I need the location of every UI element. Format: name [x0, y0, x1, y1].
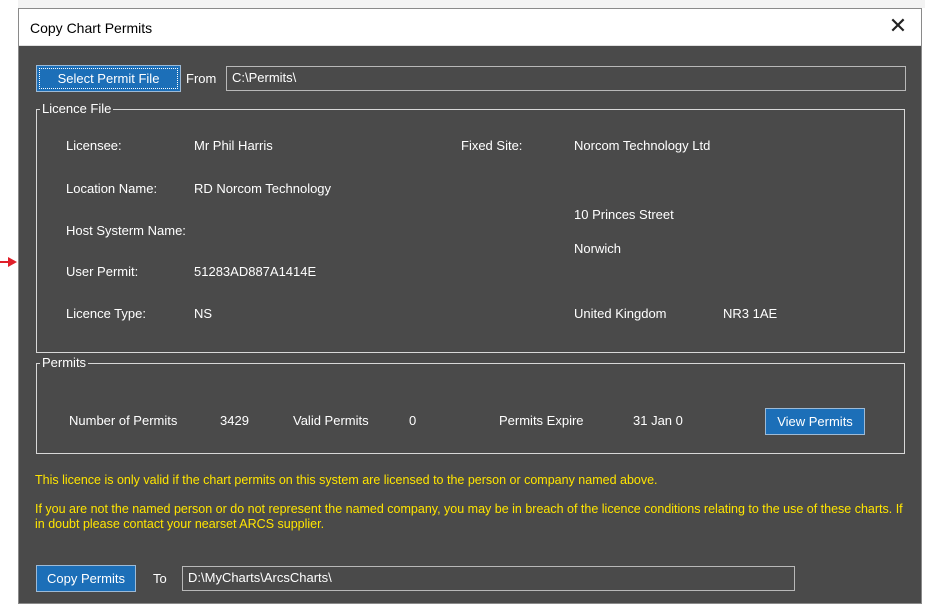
valid-permits-value: 0 [409, 413, 417, 428]
from-label: From [186, 71, 217, 86]
user-permit-value: 51283AD887A1414E [194, 264, 317, 279]
host-system-name-label: Host Systerm Name: [66, 223, 186, 238]
licence-file-group-title: Licence File [40, 101, 114, 116]
dialog-content: Select Permit File From C:\Permits\ Lice… [19, 46, 921, 603]
permits-expire-value: 31 Jan 0 [633, 413, 683, 428]
licensee-value: Mr Phil Harris [194, 138, 273, 153]
location-name-label: Location Name: [66, 181, 158, 196]
select-permit-file-button[interactable]: Select Permit File [36, 65, 181, 92]
close-icon[interactable]: ✕ [885, 14, 911, 40]
dialog-title: Copy Chart Permits [30, 20, 153, 36]
postcode-value: NR3 1AE [723, 306, 778, 321]
licence-type-label: Licence Type: [66, 306, 146, 321]
licence-breach-warning: If you are not the named person or do no… [35, 502, 903, 531]
permits-group: Permits Number of Permits 3429 Valid Per… [36, 355, 905, 454]
address-line2: Norwich [574, 241, 621, 256]
user-permit-label: User Permit: [66, 264, 139, 279]
valid-permits-label: Valid Permits [293, 413, 369, 428]
fixed-site-label: Fixed Site: [461, 138, 523, 153]
copy-chart-permits-dialog: Copy Chart Permits ✕ Select Permit File … [18, 8, 922, 604]
view-permits-button[interactable]: View Permits [765, 408, 865, 435]
to-label: To [153, 571, 167, 586]
location-name-value: RD Norcom Technology [194, 181, 332, 196]
background-top [0, 0, 925, 8]
country-value: United Kingdom [574, 306, 667, 321]
licence-type-value: NS [194, 306, 213, 321]
licence-file-group: Licence File Licensee: Mr Phil Harris Lo… [36, 101, 905, 353]
permits-group-title: Permits [40, 355, 89, 370]
title-bar: Copy Chart Permits ✕ [19, 9, 921, 46]
background-left [0, 0, 18, 604]
number-of-permits-value: 3429 [220, 413, 249, 428]
copy-permits-button[interactable]: Copy Permits [36, 565, 136, 592]
address-line1: 10 Princes Street [574, 207, 674, 222]
licensee-label: Licensee: [66, 138, 122, 153]
fixed-site-value: Norcom Technology Ltd [574, 138, 711, 153]
number-of-permits-label: Number of Permits [69, 413, 178, 428]
pointer-arrow-icon [8, 257, 17, 267]
to-path-field[interactable]: D:\MyCharts\ArcsCharts\ [182, 566, 795, 591]
permits-expire-label: Permits Expire [499, 413, 584, 428]
licence-validity-notice: This licence is only valid if the chart … [35, 473, 658, 487]
from-path-field[interactable]: C:\Permits\ [226, 66, 906, 91]
